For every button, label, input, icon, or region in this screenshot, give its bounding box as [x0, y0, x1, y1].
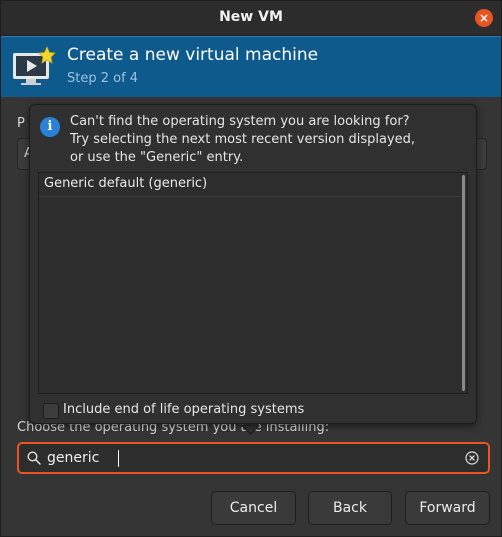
info-message: Can't find the operating system you are …: [70, 113, 415, 167]
back-button[interactable]: Back: [308, 491, 392, 525]
eol-checkbox[interactable]: [43, 403, 59, 419]
info-line: Can't find the operating system you are …: [70, 114, 410, 129]
monitor-with-star-icon: [13, 46, 56, 85]
info-line: or use the "Generic" entry.: [70, 150, 244, 165]
search-input[interactable]: [47, 448, 457, 468]
wizard-header: Create a new virtual machine Step 2 of 4: [1, 36, 501, 97]
clear-icon[interactable]: [465, 451, 479, 465]
info-line: Try selecting the next most recent versi…: [70, 132, 416, 147]
scrollbar[interactable]: [462, 175, 465, 391]
text-caret: [118, 450, 119, 467]
os-search-popover: i Can't find the operating system you ar…: [29, 104, 477, 424]
close-button[interactable]: ×: [475, 9, 493, 27]
cancel-button[interactable]: Cancel: [211, 491, 296, 525]
search-icon: [27, 451, 41, 465]
window-title: New VM: [219, 9, 283, 25]
forward-button[interactable]: Forward: [405, 491, 490, 525]
os-list: Generic default (generic): [38, 172, 468, 394]
info-icon: i: [40, 117, 60, 137]
wizard-title: Create a new virtual machine: [67, 45, 319, 65]
os-list-item[interactable]: Generic default (generic): [39, 173, 463, 197]
title-bar: New VM ×: [1, 1, 501, 36]
new-vm-dialog: New VM × Create a new virtual machine St…: [0, 0, 502, 537]
os-section-label-partial: P: [17, 116, 25, 131]
wizard-step: Step 2 of 4: [67, 71, 139, 86]
os-list-item-label: Generic default (generic): [44, 176, 208, 191]
eol-label[interactable]: Include end of life operating systems: [63, 402, 304, 417]
os-search-box[interactable]: [17, 442, 490, 474]
